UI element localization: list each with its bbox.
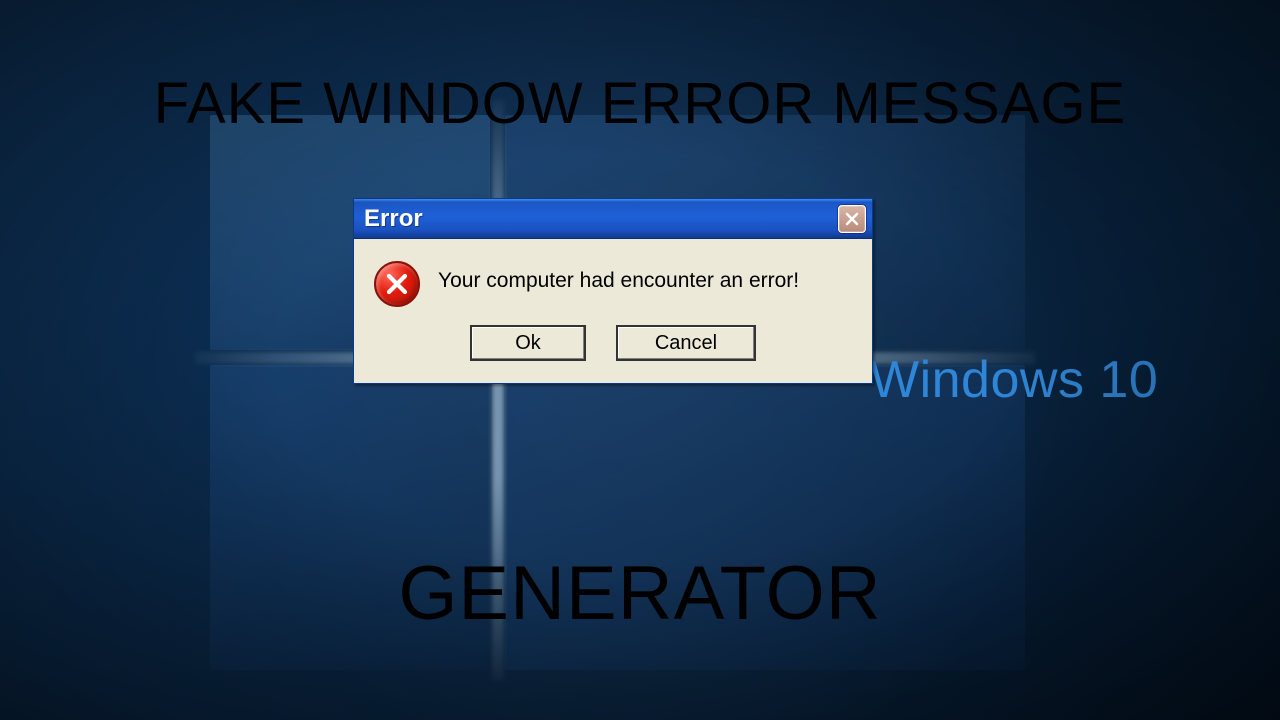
dialog-message: Your computer had encounter an error! [438, 261, 799, 293]
dialog-title: Error [364, 205, 838, 233]
dialog-button-row: Ok Cancel [354, 317, 872, 383]
caption-bottom: GENERATOR [398, 550, 881, 637]
dialog-body: Your computer had encounter an error! [354, 239, 872, 317]
caption-top: FAKE WINDOW ERROR MESSAGE [154, 70, 1126, 137]
brand-label: Windows 10 [870, 350, 1158, 410]
cancel-button[interactable]: Cancel [616, 325, 756, 361]
error-dialog: Error Your computer had encounter an err… [353, 198, 873, 384]
dialog-titlebar[interactable]: Error [354, 199, 872, 239]
ok-button[interactable]: Ok [470, 325, 586, 361]
error-icon [374, 261, 420, 307]
close-icon [844, 211, 860, 227]
close-button[interactable] [838, 205, 866, 233]
